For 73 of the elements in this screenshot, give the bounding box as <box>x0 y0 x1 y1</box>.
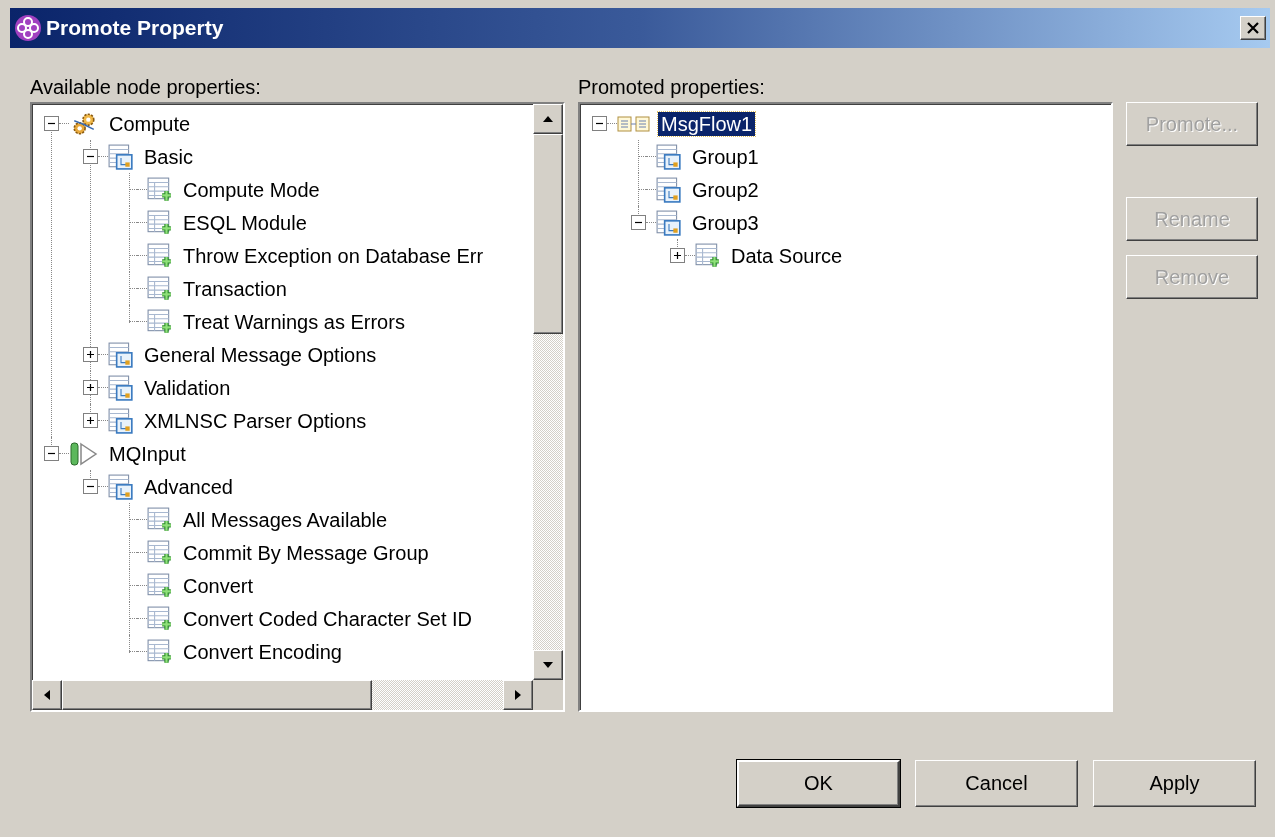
tree-item[interactable]: Validation <box>141 375 234 400</box>
table-plus-icon <box>695 242 721 269</box>
dialog-button[interactable]: OK <box>737 760 900 807</box>
expander-button[interactable] <box>83 347 98 362</box>
tree-item[interactable]: Basic <box>141 144 196 169</box>
tree-item[interactable]: Compute <box>106 111 194 136</box>
table-plus-icon <box>147 308 173 335</box>
close-icon <box>1246 21 1260 35</box>
tree-item[interactable]: Data Source <box>728 243 846 268</box>
table-plus-icon <box>147 275 173 302</box>
table-group-icon <box>108 407 134 434</box>
panel-label: Available node properties: <box>30 76 262 100</box>
table-group-icon <box>108 143 134 170</box>
table-plus-icon <box>147 638 173 665</box>
scroll-down-button[interactable] <box>533 650 563 680</box>
window-title: Promote Property <box>46 16 225 40</box>
dialog-button[interactable]: Apply <box>1093 760 1256 807</box>
scroll-up-button[interactable] <box>533 104 563 134</box>
tree-item[interactable]: General Message Options <box>141 342 380 367</box>
expander-button[interactable] <box>83 149 98 164</box>
table-plus-icon <box>147 242 173 269</box>
tree-item[interactable]: Group3 <box>689 210 762 235</box>
tree-item[interactable]: Group1 <box>689 144 762 169</box>
expander-button[interactable] <box>44 116 59 131</box>
expander-button[interactable] <box>83 380 98 395</box>
table-group-icon <box>656 209 682 236</box>
expander-button[interactable] <box>592 116 607 131</box>
tree-item[interactable]: XMLNSC Parser Options <box>141 408 370 433</box>
scroll-right-button[interactable] <box>503 680 533 710</box>
table-plus-icon <box>147 572 173 599</box>
horizontal-scrollbar[interactable] <box>32 680 533 710</box>
tree-item[interactable]: MsgFlow1 <box>658 111 756 136</box>
tree-item[interactable]: MQInput <box>106 441 189 466</box>
tree-item[interactable]: Transaction <box>180 276 290 301</box>
tree-item[interactable]: Advanced <box>141 474 236 499</box>
app-logo-icon <box>14 14 42 42</box>
dialog-button[interactable]: Cancel <box>915 760 1078 807</box>
table-plus-icon <box>147 605 173 632</box>
vertical-scrollbar[interactable] <box>533 104 563 680</box>
table-group-icon <box>108 374 134 401</box>
tree-item[interactable]: All Messages Available <box>180 507 391 532</box>
plus-icon <box>673 251 682 260</box>
tree-item[interactable]: Convert Encoding <box>180 639 345 664</box>
expander-button[interactable] <box>670 248 685 263</box>
table-plus-icon <box>147 506 173 533</box>
close-button[interactable] <box>1240 16 1266 40</box>
table-plus-icon <box>147 176 173 203</box>
plus-icon <box>86 350 95 359</box>
table-plus-icon <box>147 539 173 566</box>
scroll-thumb[interactable] <box>533 134 563 334</box>
scrollbar-corner <box>533 680 563 710</box>
expander-button[interactable] <box>83 413 98 428</box>
scroll-left-button[interactable] <box>32 680 62 710</box>
expander-button[interactable] <box>83 479 98 494</box>
panel-label: Promoted properties: <box>578 76 766 100</box>
expander-button[interactable] <box>631 215 646 230</box>
plus-icon <box>86 383 95 392</box>
table-group-icon <box>108 341 134 368</box>
plus-icon <box>86 416 95 425</box>
tree-item[interactable]: Commit By Message Group <box>180 540 432 565</box>
tree-item[interactable]: Throw Exception on Database Err <box>180 243 487 268</box>
tree-item[interactable]: Compute Mode <box>180 177 323 202</box>
table-group-icon <box>656 143 682 170</box>
tree-item[interactable]: Group2 <box>689 177 762 202</box>
table-plus-icon <box>147 209 173 236</box>
tree-item[interactable]: Treat Warnings as Errors <box>180 309 408 334</box>
expander-button[interactable] <box>44 446 59 461</box>
tree-item[interactable]: Convert Coded Character Set ID <box>180 606 476 631</box>
tree-item[interactable]: Convert <box>180 573 257 598</box>
scroll-thumb[interactable] <box>62 680 372 710</box>
table-group-icon <box>656 176 682 203</box>
table-group-icon <box>108 473 134 500</box>
tree-item[interactable]: ESQL Module <box>180 210 310 235</box>
